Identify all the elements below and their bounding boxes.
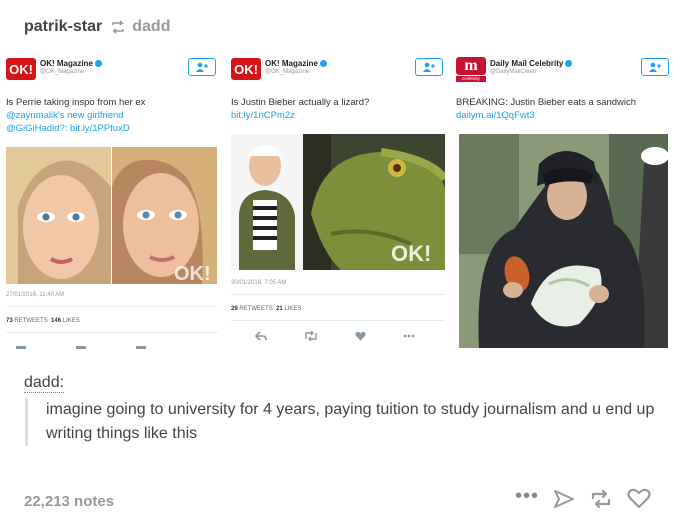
heart-icon[interactable] — [627, 488, 651, 509]
tweet-photo-sandwich[interactable] — [459, 134, 668, 348]
reply-icon[interactable] — [255, 331, 267, 341]
tweet-card-2: OK! OK! Magazine @OK_Magazine Is Justin … — [227, 50, 449, 350]
post-actions: ••• — [515, 486, 651, 509]
celebrity-badge: Celebrity — [456, 76, 486, 82]
tweet-stats: 29 RETWEETS 21 LIKES — [231, 306, 302, 312]
like-icon[interactable] — [136, 346, 146, 349]
tweet-divider — [6, 332, 218, 333]
tweet-handle: @OK_Magazine — [40, 69, 85, 75]
reblog-icon — [110, 19, 126, 35]
retweet-icon[interactable] — [76, 346, 86, 349]
verified-icon — [319, 60, 327, 68]
tweet-mention-link[interactable]: @zaynmalik's new girlfriend — [6, 109, 216, 122]
tweet-text-body: BREAKING: Justin Bieber eats a sandwich — [456, 97, 637, 108]
tweet-card-3: m Celebrity Daily Mail Celebrity @DailyM… — [452, 50, 673, 350]
tweet-divider — [6, 306, 218, 307]
tweet-short-link[interactable]: dailym.ai/1QqFwt3 — [456, 109, 666, 122]
tweet-date: 30/01/2016, 7:05 AM — [231, 280, 287, 286]
reply-icon[interactable] — [16, 346, 26, 349]
verified-icon — [94, 60, 102, 68]
tweet-stats: 73 RETWEETS 146 LIKES — [6, 318, 80, 324]
tweet-text-body: Is Justin Bieber actually a lizard? — [231, 97, 370, 108]
tweet-text-body: Is Perrie taking inspo from her ex — [6, 97, 146, 108]
tweet-photo-women[interactable]: OK! — [6, 147, 217, 284]
tweet-photo-lizard[interactable]: OK! — [231, 134, 445, 270]
tweet-card-1: OK! OK! Magazine @OK_Magazine Is Perrie … — [2, 50, 222, 350]
share-icon[interactable] — [553, 489, 575, 509]
ok-magazine-logo: OK! — [6, 58, 36, 80]
photo-watermark: OK! — [174, 263, 211, 284]
more-icon[interactable] — [403, 334, 415, 338]
reblog-icon[interactable] — [589, 489, 613, 509]
follow-button[interactable] — [188, 58, 216, 76]
tweet-date: 27/01/2016, 11:40 AM — [6, 292, 65, 298]
tweet-text: Is Justin Bieber actually a lizard? bit.… — [231, 96, 441, 122]
retweet-icon[interactable] — [304, 331, 318, 341]
tweet-actions — [255, 329, 415, 343]
follow-icon — [649, 62, 661, 72]
follow-button[interactable] — [641, 58, 669, 76]
tweet-short-link[interactable]: @GiGiHadid?: bit.ly/1PPfuxD — [6, 122, 216, 135]
post-header: patrik-star dadd — [24, 16, 170, 38]
verified-icon — [565, 60, 573, 68]
photo-watermark: OK! — [391, 241, 431, 266]
tweet-short-link[interactable]: bit.ly/1nCPm2z — [231, 109, 441, 122]
reblogged-from-link[interactable]: dadd — [132, 18, 170, 36]
tweet-actions-cropped — [16, 341, 146, 349]
more-icon[interactable]: ••• — [515, 486, 539, 506]
tweet-handle: @OK_Magazine — [265, 69, 310, 75]
caption-author[interactable]: dadd: — [24, 374, 65, 393]
caption-quote: imagine going to university for 4 years,… — [25, 398, 655, 446]
caption-text: imagine going to university for 4 years,… — [46, 401, 655, 442]
tweet-divider — [231, 320, 445, 321]
like-icon[interactable] — [355, 331, 366, 341]
tweet-divider — [231, 294, 445, 295]
daily-mail-logo: m — [456, 57, 486, 75]
tweet-account-name: OK! Magazine — [265, 59, 327, 68]
follow-button[interactable] — [415, 58, 443, 76]
tweet-handle: @DailyMailCeleb — [490, 69, 537, 75]
tweet-account-name: OK! Magazine — [40, 59, 102, 68]
follow-icon — [196, 62, 208, 72]
tweet-text: Is Perrie taking inspo from her ex @zayn… — [6, 96, 216, 135]
tweet-account-name: Daily Mail Celebrity — [490, 59, 573, 68]
post-username[interactable]: patrik-star — [24, 18, 102, 36]
ok-magazine-logo: OK! — [231, 58, 261, 80]
notes-count[interactable]: 22,213 notes — [24, 493, 114, 510]
tweet-text: BREAKING: Justin Bieber eats a sandwich … — [456, 96, 666, 122]
follow-icon — [423, 62, 435, 72]
